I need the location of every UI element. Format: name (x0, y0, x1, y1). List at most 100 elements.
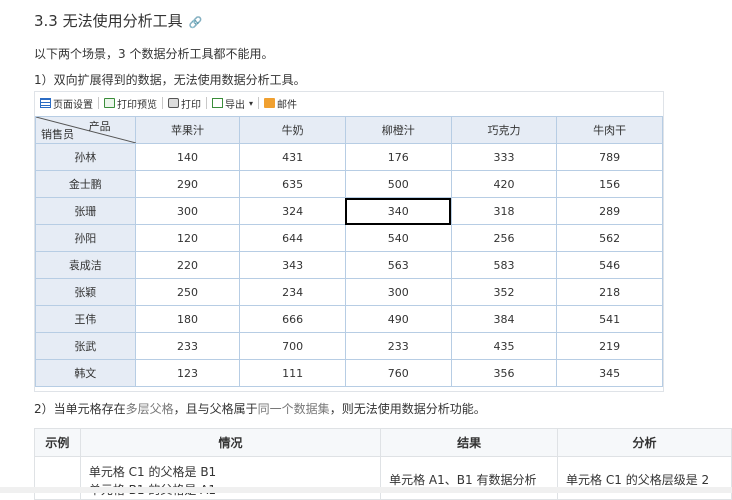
table-row: 袁成洁 220 343 563 583 546 (35, 251, 663, 279)
chevron-down-icon: ▾ (249, 98, 254, 108)
example-cell (34, 456, 81, 500)
section-heading: 3.3 无法使用分析工具 🔗 (34, 10, 202, 31)
scenario2-suffix: ，则无法使用数据分析功能。 (329, 402, 486, 416)
row-header: 王伟 (35, 305, 136, 333)
toolbar-divider (162, 97, 163, 109)
data-cell[interactable]: 180 (134, 305, 241, 333)
data-cell[interactable]: 218 (556, 278, 663, 306)
header-example: 示例 (34, 428, 81, 457)
toolbar-divider (98, 97, 99, 109)
data-cell[interactable]: 343 (239, 251, 346, 279)
data-cell[interactable]: 324 (239, 197, 346, 225)
report-toolbar: 页面设置 打印预览 打印 导出 ▾ 邮件 (35, 92, 663, 114)
data-cell[interactable]: 384 (450, 305, 558, 333)
row-header: 袁成洁 (35, 251, 136, 279)
data-cell[interactable]: 700 (239, 332, 346, 360)
data-cell[interactable]: 111 (239, 359, 346, 387)
result-cell: 单元格 A1、B1 有数据分析 (380, 456, 559, 500)
row-header: 张武 (35, 332, 136, 360)
table-row: 张珊 300 324 340 318 289 (35, 197, 663, 225)
mail-button[interactable]: 邮件 (261, 96, 300, 111)
row-header: 张颖 (35, 278, 136, 306)
column-header: 苹果汁 (134, 116, 241, 144)
corner-header: 产品 销售员 (35, 116, 136, 144)
intro-text: 以下两个场景，3 个数据分析工具都不能用。 (34, 47, 274, 61)
column-header: 巧克力 (450, 116, 558, 144)
data-cell[interactable]: 563 (344, 251, 452, 279)
data-cell[interactable]: 540 (344, 224, 452, 252)
header-analysis: 分析 (557, 428, 732, 457)
column-header: 牛奶 (239, 116, 346, 144)
print-button[interactable]: 打印 (165, 96, 204, 111)
selected-cell[interactable]: 340 (344, 197, 452, 225)
header-situation: 情况 (79, 428, 382, 457)
data-cell[interactable]: 500 (344, 170, 452, 198)
data-cell[interactable]: 431 (239, 143, 346, 171)
term-multi-level-parent: 多层父格 (125, 402, 174, 416)
data-cell[interactable]: 176 (344, 143, 452, 171)
data-cell[interactable]: 583 (450, 251, 558, 279)
row-header: 孙阳 (35, 224, 136, 252)
data-cell[interactable]: 300 (134, 197, 241, 225)
data-cell[interactable]: 562 (556, 224, 663, 252)
export-dropdown[interactable]: 导出 ▾ (209, 96, 256, 111)
scenario2-middle: ，且与父格属于 (173, 402, 258, 416)
report-preview: 页面设置 打印预览 打印 导出 ▾ 邮件 产品 销售员 苹果汁 牛奶 柳橙汁 巧… (34, 91, 664, 392)
data-cell[interactable]: 333 (450, 143, 558, 171)
data-cell[interactable]: 300 (344, 278, 452, 306)
table-row: 金士鹏 290 635 500 420 156 (35, 170, 663, 198)
data-cell[interactable]: 233 (344, 332, 452, 360)
corner-row-label: 销售员 (41, 128, 74, 141)
data-cell[interactable]: 140 (134, 143, 241, 171)
data-cell[interactable]: 120 (134, 224, 241, 252)
table-row: 张颖 250 234 300 352 218 (35, 278, 663, 306)
page-setup-button[interactable]: 页面设置 (37, 96, 96, 111)
data-cell[interactable]: 435 (450, 332, 558, 360)
data-cell[interactable]: 356 (450, 359, 558, 387)
row-header: 张珊 (35, 197, 136, 225)
data-cell[interactable]: 490 (344, 305, 452, 333)
mail-icon (264, 98, 276, 108)
data-cell[interactable]: 156 (556, 170, 663, 198)
toolbar-divider (258, 97, 260, 109)
print-preview-button[interactable]: 打印预览 (101, 96, 160, 111)
data-cell[interactable]: 644 (239, 224, 346, 252)
data-cell[interactable]: 290 (134, 170, 241, 198)
section-title: 3.3 无法使用分析工具 (34, 12, 183, 30)
data-cell[interactable]: 420 (450, 170, 558, 198)
data-cell[interactable]: 219 (556, 332, 663, 360)
export-label: 导出 (225, 99, 245, 111)
scenario2-text: 2）当单元格存在多层父格，且与父格属于同一个数据集，则无法使用数据分析功能。 (34, 400, 486, 417)
data-cell[interactable]: 352 (450, 278, 558, 306)
export-icon (212, 98, 223, 108)
page-setup-label: 页面设置 (53, 99, 93, 111)
data-cell[interactable]: 666 (239, 305, 346, 333)
data-cell[interactable]: 233 (134, 332, 241, 360)
table-row: 单元格 C1 的父格是 B1 单元格 B1 的父格是 A1 单元格 A1、B1 … (34, 456, 732, 500)
column-header: 牛肉干 (556, 116, 663, 144)
data-cell[interactable]: 635 (239, 170, 346, 198)
table-row: 张武 233 700 233 435 219 (35, 332, 663, 360)
data-cell[interactable]: 318 (450, 197, 558, 225)
data-cell[interactable]: 220 (134, 251, 241, 279)
data-cell[interactable]: 234 (239, 278, 346, 306)
corner-column-label: 产品 (88, 120, 111, 133)
data-cell[interactable]: 546 (556, 251, 663, 279)
data-cell[interactable]: 256 (450, 224, 558, 252)
data-cell[interactable]: 289 (556, 197, 663, 225)
data-cell[interactable]: 760 (344, 359, 452, 387)
row-header: 孙林 (35, 143, 136, 171)
data-cell[interactable]: 123 (134, 359, 241, 387)
data-cell[interactable]: 789 (556, 143, 663, 171)
term-same-dataset: 同一个数据集 (257, 402, 330, 416)
data-cell[interactable]: 345 (556, 359, 663, 387)
header-result: 结果 (380, 428, 559, 457)
link-anchor-icon[interactable]: 🔗 (189, 16, 203, 29)
situation-line: 单元格 C1 的父格是 B1 (88, 465, 217, 479)
analysis-cell: 单元格 C1 的父格层级是 2 (557, 456, 732, 500)
data-cell[interactable]: 541 (556, 305, 663, 333)
bottom-edge (0, 487, 732, 493)
crosstab-report: 产品 销售员 苹果汁 牛奶 柳橙汁 巧克力 牛肉干 孙林 140 431 176… (35, 116, 663, 387)
table-row: 孙林 140 431 176 333 789 (35, 143, 663, 171)
data-cell[interactable]: 250 (134, 278, 241, 306)
